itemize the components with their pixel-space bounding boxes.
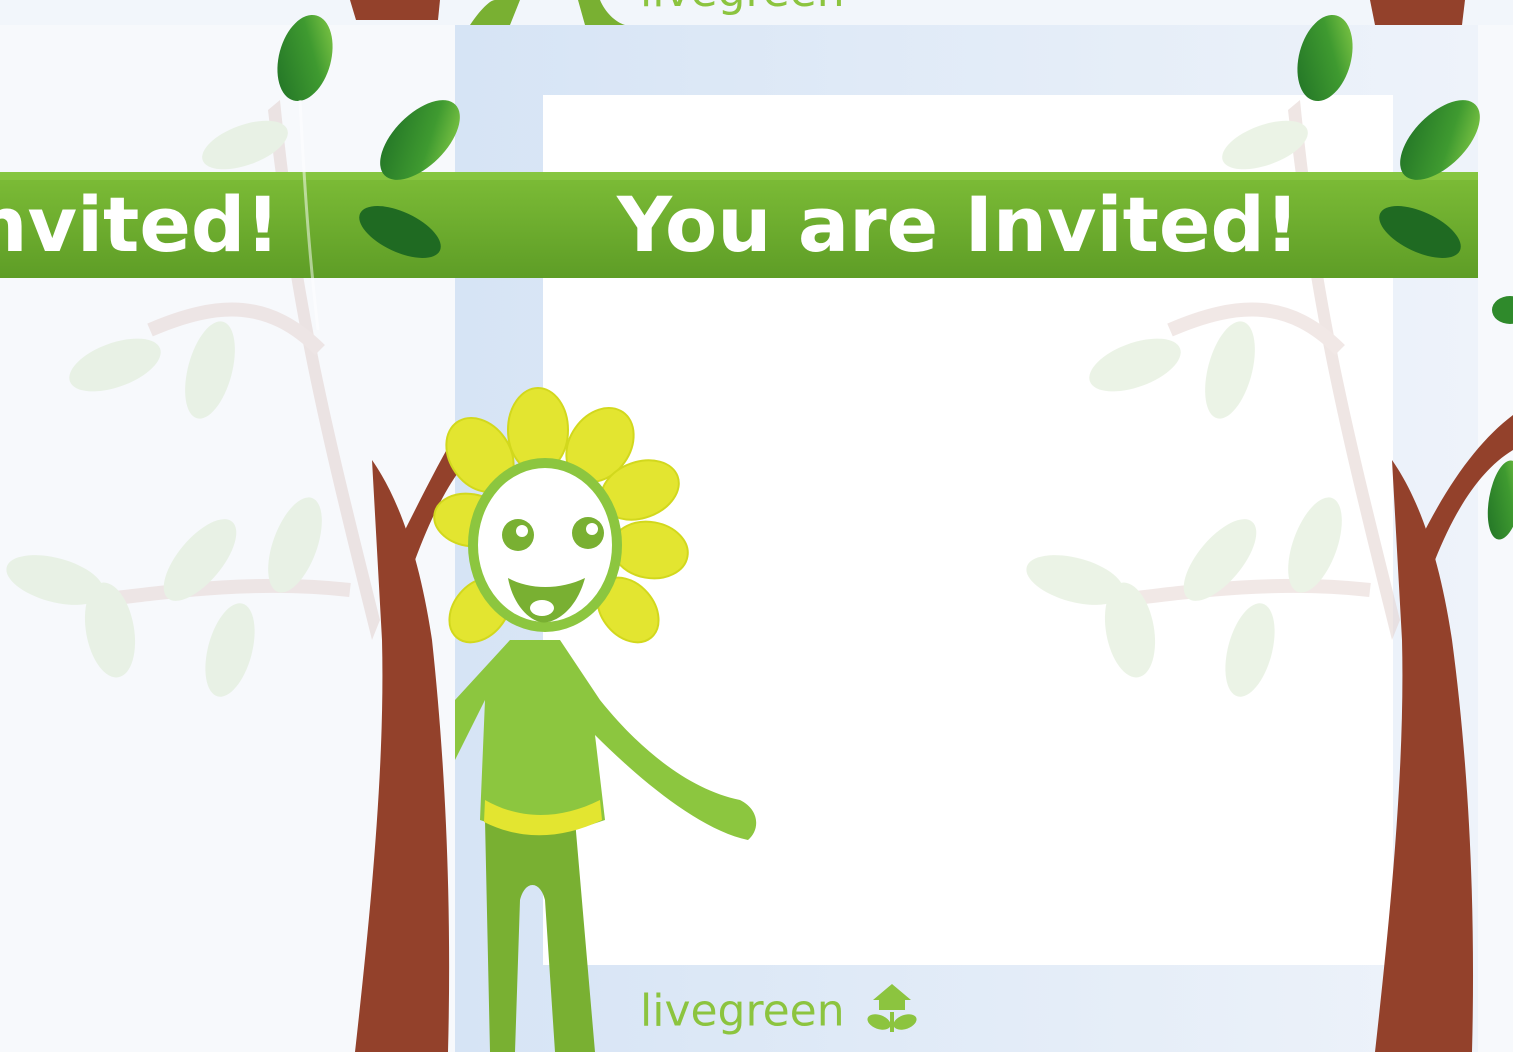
invitation-title: You are Invited! xyxy=(617,180,1300,269)
invitation-background xyxy=(0,0,1513,1052)
brand-name: livegreen xyxy=(640,985,845,1037)
brand-name: livegreen xyxy=(640,0,845,17)
brand-wordmark: livegreen xyxy=(640,982,919,1045)
house-plant-icon xyxy=(865,982,919,1045)
invitation-title-fragment: nvited! xyxy=(0,180,280,269)
brand-wordmark-top: livegreen xyxy=(640,0,845,17)
